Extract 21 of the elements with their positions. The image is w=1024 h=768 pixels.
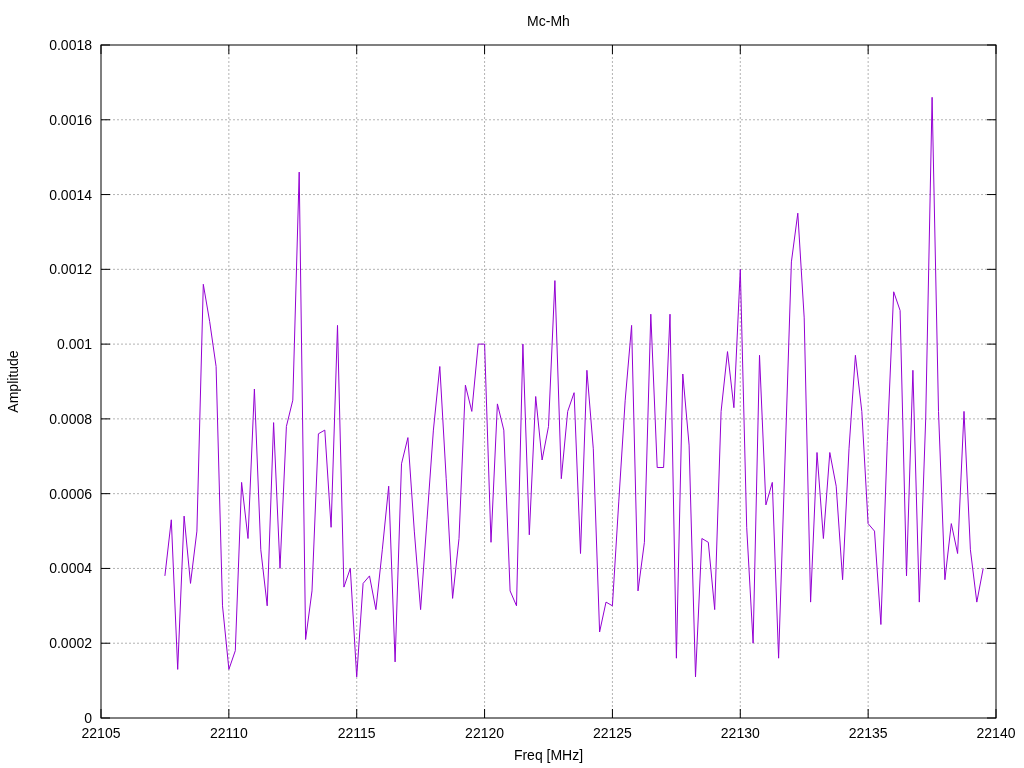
axis-tick-label: 0.0014 <box>49 186 92 203</box>
axis-tick-label: 22125 <box>592 725 632 741</box>
x-axis-title: Freq [MHz] <box>513 747 584 763</box>
axis-tick-label: 22120 <box>465 725 505 741</box>
axis-tick-label: 0.0006 <box>49 485 92 502</box>
chart-title: Mc-Mh <box>527 13 570 29</box>
axis-tick-label: 0.001 <box>56 336 92 353</box>
axis-tick-label: 0.0018 <box>49 37 92 53</box>
axis-tick-label: 22135 <box>848 725 888 741</box>
axis-tick-label: 22140 <box>976 725 1016 741</box>
axis-tick-label: 22110 <box>209 725 248 741</box>
axis-tick-label: 0 <box>84 710 92 726</box>
axis-tick-label: 22105 <box>81 725 121 741</box>
axis-tick-label: 22115 <box>337 725 376 741</box>
y-axis-title: Amplitude <box>5 350 21 413</box>
axis-tick-label: 0.0004 <box>49 560 92 577</box>
axis-tick-label: 0.0016 <box>49 111 92 128</box>
axis-tick-label: 0.0008 <box>49 410 92 427</box>
axis-tick-label: 0.0012 <box>49 261 92 278</box>
axis-tick-label: 0.0002 <box>49 635 92 652</box>
axis-tick-label: 22130 <box>720 725 760 741</box>
